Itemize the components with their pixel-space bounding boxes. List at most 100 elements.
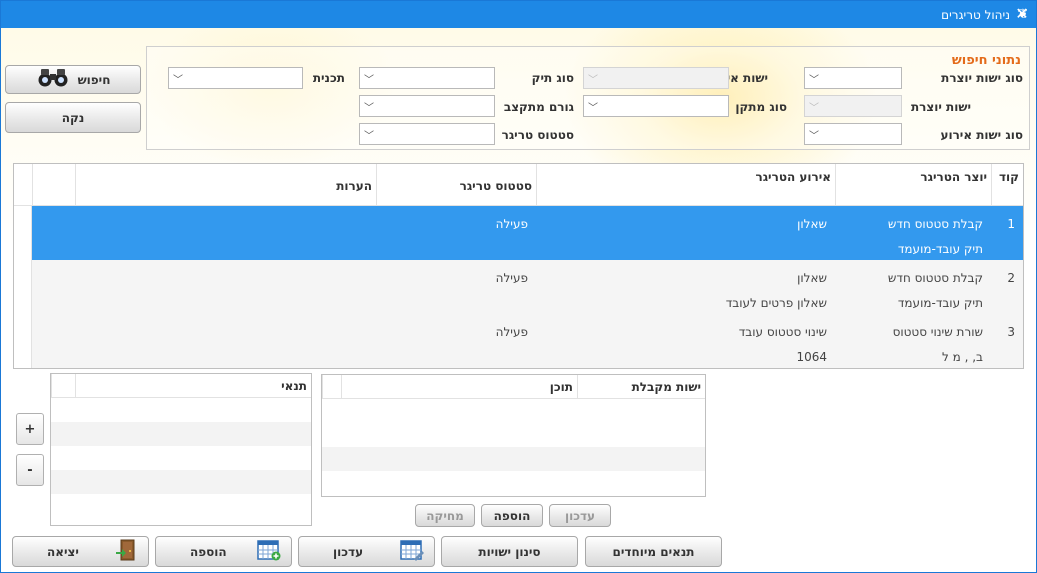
trigger-management-window: ❦ ניהול טריגרים ✕ חיפוש נקה נתוני חיפוש …	[0, 0, 1037, 573]
cell-trigger-creator: קבלת סטטוס חדש תיק עובד-מועמד	[835, 260, 991, 314]
chevron-down-icon: ﹀	[588, 103, 598, 114]
delete-receiving-label: מחיקה	[426, 508, 464, 523]
search-button[interactable]: חיפוש	[5, 65, 141, 94]
creating-entity-label: ישות יוצרת	[910, 100, 971, 114]
window-title: ניהול טריגרים	[941, 7, 1010, 22]
search-panel-title: נתוני חיפוש	[951, 53, 1021, 68]
column-header-condition[interactable]: תנאי	[75, 374, 311, 398]
cell-code: 1	[1007, 217, 1015, 231]
exit-door-icon	[114, 538, 138, 565]
column-header-notes[interactable]: הערות	[75, 164, 376, 206]
cell-creator-line2: תיק עובד-מועמד	[897, 242, 983, 256]
special-conditions-button[interactable]: תנאים מיוחדים	[585, 536, 722, 567]
close-icon[interactable]: ✕	[1013, 5, 1031, 23]
column-header-code[interactable]: קוד	[991, 164, 1023, 206]
cell-trigger-status: פעילה	[495, 325, 528, 339]
update-label: עדכון	[333, 544, 364, 559]
add-receiving-label: הוספה	[493, 508, 531, 523]
creating-entity-type-label: סוג ישות יוצרת	[941, 71, 1023, 85]
cell-creator-line1: קבלת סטטוס חדש	[887, 217, 983, 231]
cell-event-line1: שאלון	[797, 271, 827, 285]
cell-notes	[75, 314, 376, 368]
cell-code: 2	[1007, 271, 1015, 285]
remove-condition-button[interactable]: -	[16, 454, 44, 486]
column-header-trigger-creator[interactable]: יוצר הטריגר	[835, 164, 991, 206]
plan-label: תכנית	[312, 71, 345, 85]
column-header-content[interactable]: תוכן	[341, 375, 577, 399]
plan-select[interactable]: ﹀	[168, 67, 303, 89]
column-header-receiving-entity[interactable]: ישות מקבלת	[577, 375, 705, 399]
condition-grid: תנאי	[50, 373, 312, 526]
chevron-down-icon: ﹀	[364, 131, 374, 142]
column-header-trigger-status[interactable]: סטטוס טריגר	[376, 164, 536, 206]
window-content: חיפוש נקה נתוני חיפוש סוג ישות יוצרת ﹀ י…	[1, 28, 1036, 572]
cell-creator-line2: ב, , מ ל	[942, 350, 983, 364]
event-entity-select[interactable]: ﹀	[583, 67, 729, 89]
creating-entity-type-select[interactable]: ﹀	[804, 67, 902, 89]
title-bar: ❦ ניהול טריגרים ✕	[1, 1, 1036, 28]
table-row[interactable]: 2 קבלת סטטוס חדש תיק עובד-מועמד שאלון שא…	[32, 260, 1023, 314]
receiving-entity-grid-header: ישות מקבלת תוכן	[322, 375, 705, 399]
file-type-label: סוג תיק	[531, 71, 574, 85]
search-panel: נתוני חיפוש סוג ישות יוצרת ﹀ ישות אירוע …	[146, 46, 1030, 150]
calendar-add-icon	[257, 539, 281, 564]
chevron-down-icon: ﹀	[364, 75, 374, 86]
cell-trigger-event: שאלון	[536, 206, 835, 260]
chevron-down-icon: ﹀	[809, 103, 819, 114]
update-receiving-label: עדכון	[564, 508, 596, 523]
cell-event-line1: שאלון	[797, 217, 827, 231]
column-header-spacer	[51, 374, 75, 398]
cell-trigger-event: שינוי סטטוס עובד 1064	[536, 314, 835, 368]
event-entity-type-select[interactable]: ﹀	[804, 123, 902, 145]
triggers-grid-header: קוד יוצר הטריגר אירוע הטריגר סטטוס טריגר…	[14, 164, 1023, 206]
add-button[interactable]: הוספה	[155, 536, 292, 567]
chevron-down-icon: ﹀	[809, 131, 819, 142]
cell-trigger-creator: קבלת סטטוס חדש תיק עובד-מועמד	[835, 206, 991, 260]
chevron-down-icon: ﹀	[588, 75, 598, 86]
file-type-select[interactable]: ﹀	[359, 67, 495, 89]
cell-event-line1: שינוי סטטוס עובד	[738, 325, 827, 339]
empty-row-band	[51, 422, 311, 446]
chevron-down-icon: ﹀	[364, 103, 374, 114]
add-label: הוספה	[190, 544, 227, 559]
cell-creator-line1: שורת שינוי סטטוס	[892, 325, 983, 339]
cell-creator-line1: קבלת סטטוס חדש	[887, 271, 983, 285]
corrector-type-select[interactable]: ﹀	[583, 95, 729, 117]
add-condition-button[interactable]: +	[16, 413, 44, 445]
cell-trigger-status: פעילה	[495, 217, 528, 231]
table-row[interactable]: 3 שורת שינוי סטטוס ב, , מ ל שינוי סטטוס …	[32, 314, 1023, 368]
cell-trigger-event: שאלון שאלון פרטים לעובד	[536, 260, 835, 314]
trigger-status-select[interactable]: ﹀	[359, 123, 495, 145]
corrector-type-label: סוג מתקן	[735, 100, 787, 114]
cell-notes	[75, 206, 376, 260]
table-row[interactable]: 1 קבלת סטטוס חדש תיק עובד-מועמד שאלון פע…	[32, 206, 1023, 260]
cell-trigger-status: פעילה	[495, 271, 528, 285]
cell-event-line2: 1064	[796, 350, 827, 364]
clear-button[interactable]: נקה	[5, 102, 141, 133]
binoculars-icon	[36, 68, 70, 91]
search-button-label: חיפוש	[77, 72, 111, 87]
column-header-spacer	[32, 164, 75, 206]
creating-entity-select[interactable]: ﹀	[804, 95, 902, 117]
special-conditions-label: תנאים מיוחדים	[612, 544, 695, 559]
allocated-factor-select[interactable]: ﹀	[359, 95, 495, 117]
column-header-trigger-event[interactable]: אירוע הטריגר	[536, 164, 835, 206]
chevron-down-icon: ﹀	[173, 75, 183, 86]
clear-button-label: נקה	[61, 110, 85, 125]
event-entity-type-label: סוג ישות אירוע	[940, 128, 1023, 142]
calendar-edit-icon	[400, 539, 424, 564]
add-receiving-button[interactable]: הוספה	[481, 504, 543, 527]
cell-notes	[75, 260, 376, 314]
update-receiving-button[interactable]: עדכון	[549, 504, 611, 527]
column-header-spacer	[322, 375, 341, 399]
delete-receiving-button[interactable]: מחיקה	[415, 504, 475, 527]
update-button[interactable]: עדכון	[298, 536, 435, 567]
empty-row-band	[322, 447, 705, 471]
exit-button[interactable]: יציאה	[12, 536, 149, 567]
chevron-down-icon: ﹀	[809, 75, 819, 86]
cell-event-line2: שאלון פרטים לעובד	[725, 296, 827, 310]
cell-code: 3	[1007, 325, 1015, 339]
entity-filter-button[interactable]: סינון ישויות	[441, 536, 578, 567]
receiving-entity-grid: ישות מקבלת תוכן	[321, 374, 706, 497]
triggers-grid: קוד יוצר הטריגר אירוע הטריגר סטטוס טריגר…	[13, 163, 1024, 369]
